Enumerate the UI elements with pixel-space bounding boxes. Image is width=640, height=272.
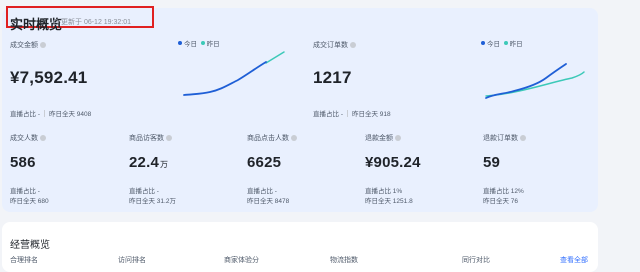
divider [346,110,348,117]
metric-label-text: 成交金额 [10,42,38,49]
metric-sub-orders: 直播占比 - 昨日全天 918 [313,108,391,118]
column-header: 商家体验分 [224,257,259,264]
metric-label-visitors: 商品访客数 [129,133,172,143]
metric-value-buyers: 586 [10,154,36,171]
sub-value: - [37,111,40,118]
metric-sub2-visitors: 昨日全天 31.2万 [129,198,176,205]
help-icon[interactable] [166,135,172,141]
metric-sub2-refund-orders: 昨日全天 76 [483,198,519,205]
metric-label-orders: 成交订单数 [313,40,356,50]
metric-value-clickers: 6625 [247,154,282,171]
metric-label-text: 成交订单数 [313,42,348,49]
metric-label-text: 商品访客数 [129,135,164,142]
today-dot-icon [481,41,485,45]
help-icon[interactable] [350,42,356,48]
metric-sub2-buyers: 昨日全天 680 [10,198,49,205]
metric-value-visitors: 22.4万 [129,154,168,171]
column-header: 同行对比 [462,257,490,264]
help-icon[interactable] [291,135,297,141]
legend-today: 今日 [184,41,197,48]
update-time-text: 更新于 06-12 19:32:01 [61,19,132,26]
yesterday-dot-icon [200,41,205,45]
sparkline-orders [485,63,585,99]
sub-value: - [340,111,343,118]
metric-value-refund-amount: ¥905.24 [365,154,421,171]
metric-label-text: 商品点击人数 [247,135,289,142]
metric-value-orders: 1217 [313,68,352,87]
yesterday-dot-icon [503,41,508,45]
business-overview-card [2,222,598,272]
metric-sub2-clickers: 昨日全天 8478 [247,198,290,205]
metric-sub1-visitors: 直播占比 - [129,188,159,195]
metric-sub1-refund-orders: 直播占比 12% [483,188,524,195]
metric-label-text: 成交人数 [10,135,38,142]
metric-label-gmv: 成交金额 [10,40,46,50]
metric-label-clickers: 商品点击人数 [247,133,297,143]
column-header: 物流指数 [330,257,358,264]
value-unit: 万 [160,160,169,169]
metric-value-refund-orders: 59 [483,154,501,171]
sparkline-gmv [183,51,285,96]
help-icon[interactable] [395,135,401,141]
metric-sub1-refund-amount: 直播占比 1% [365,188,403,195]
sparkline-gmv-today [183,61,267,96]
sparkline-orders-today [485,63,567,99]
sub-label: 直播占比 [313,111,339,118]
metric-sub1-buyers: 直播占比 - [10,188,40,195]
legend-orders: 今日 昨日 [481,38,523,48]
help-icon[interactable] [520,135,526,141]
metric-sub-gmv: 直播占比 - 昨日全天 9408 [10,108,91,118]
legend-gmv: 今日 昨日 [178,38,220,48]
sub-yesterday: 昨日全天 918 [351,111,391,118]
legend-today: 今日 [487,41,500,48]
section-title-business: 经营概览 [10,240,50,251]
metric-sub1-clickers: 直播占比 - [247,188,277,195]
legend-yesterday: 昨日 [206,41,220,48]
metric-label-text: 退款订单数 [483,135,518,142]
column-header: 访问排名 [118,257,146,264]
metric-sub2-refund-amount: 昨日全天 1251.8 [365,198,413,205]
view-all-link[interactable]: 查看全部 [560,255,588,265]
metric-value-gmv: ¥7,592.41 [10,68,88,87]
sub-label: 直播占比 [10,111,36,118]
value-number: 22.4 [129,154,159,171]
metric-label-refund-amount: 退款金额 [365,133,401,143]
sparkline-gmv-yesterday [265,51,285,64]
today-dot-icon [178,41,182,45]
help-icon[interactable] [40,135,46,141]
divider [43,110,45,117]
update-time: 更新于 06-12 19:32:01 [53,17,131,27]
metric-label-buyers: 成交人数 [10,133,46,143]
column-header: 合理排名 [10,257,38,264]
help-icon[interactable] [40,42,46,48]
metric-label-refund-orders: 退款订单数 [483,133,526,143]
sub-yesterday: 昨日全天 9408 [48,111,92,118]
clock-icon [53,19,59,25]
metric-label-text: 退款金额 [365,135,393,142]
legend-yesterday: 昨日 [509,41,523,48]
